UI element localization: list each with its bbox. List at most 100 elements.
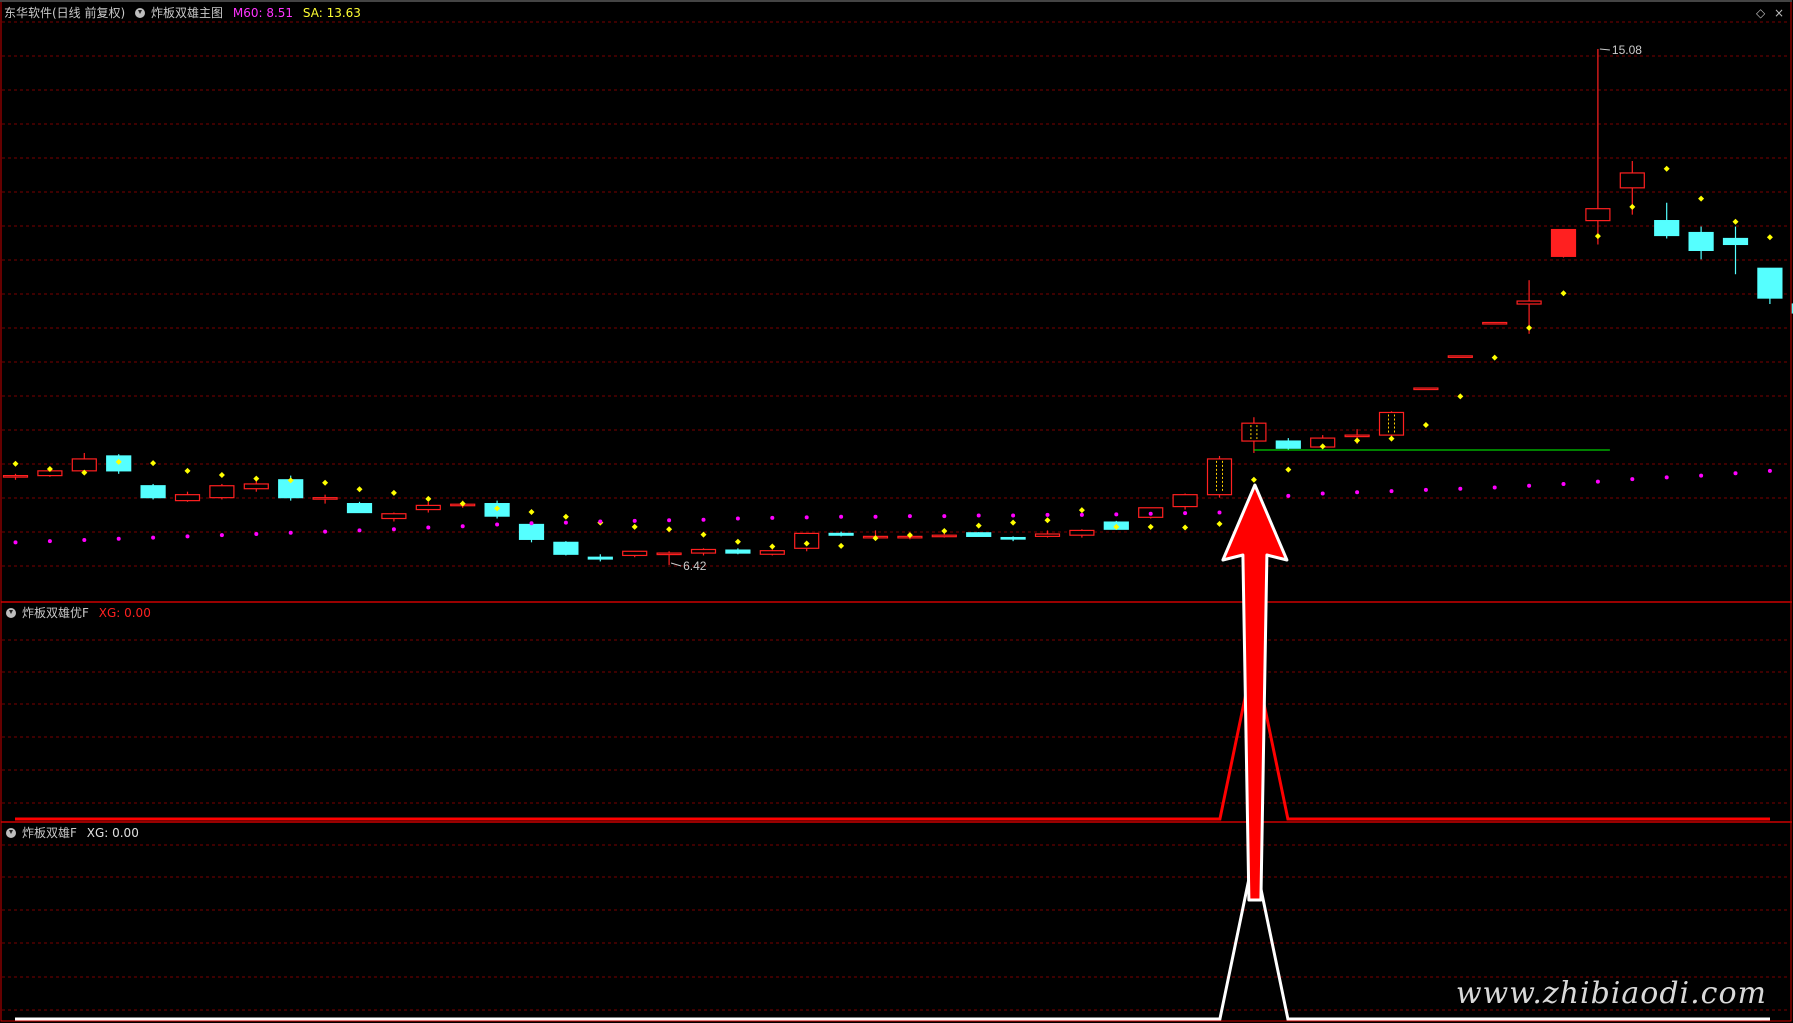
yellow-dot [769, 543, 776, 550]
yellow-dot [1147, 523, 1154, 530]
candle-body [622, 550, 648, 557]
candle-body [1275, 440, 1301, 449]
magenta-dot [13, 540, 18, 545]
candle-body [1482, 321, 1508, 325]
candle-body [518, 523, 545, 540]
low-price-label: 6.42 [683, 559, 707, 573]
yellow-dot [390, 489, 397, 496]
panel2-header: 炸板双雄优F XG: 0.00 [6, 605, 157, 621]
stock-chart[interactable]: 15.08 6.42 [0, 0, 1793, 1023]
app-title: 东华软件(日线 前复权) [4, 6, 126, 20]
yellow-dot [941, 528, 948, 535]
yellow-dot [322, 479, 329, 486]
candle-body [1241, 422, 1267, 442]
magenta-dot [873, 514, 878, 519]
yellow-dot [1732, 218, 1739, 225]
candle-body [2, 475, 29, 478]
yellow-dot [631, 523, 638, 530]
yellow-dot [1388, 435, 1395, 442]
yellow-dot [1044, 517, 1051, 524]
m60-value: M60: 8.51 [232, 6, 294, 20]
yellow-dot [1182, 524, 1189, 531]
candle-body [1688, 231, 1714, 252]
magenta-dot [391, 527, 396, 532]
candle-body [1206, 458, 1233, 496]
outer-frame [0, 0, 1792, 1022]
magenta-dot [1733, 471, 1738, 476]
yellow-dot [356, 486, 363, 493]
magenta-dot [1286, 493, 1291, 498]
candle-body [759, 550, 785, 555]
candle-body [1344, 434, 1370, 438]
diamond-icon[interactable]: ◇ [1756, 7, 1765, 19]
yellow-dot [1010, 519, 1017, 526]
candle-body [1000, 536, 1026, 540]
magenta-dot [1699, 473, 1704, 478]
magenta-dot [1595, 479, 1600, 484]
watermark: www.zhibiaodi.com [1455, 976, 1767, 1011]
magenta-dot [563, 520, 568, 525]
close-icon[interactable]: × [1774, 7, 1784, 19]
yellow-dot [1457, 393, 1464, 400]
magenta-dot [1458, 486, 1463, 491]
candle-body [174, 494, 201, 502]
magenta-dot [1011, 513, 1016, 518]
magenta-dot [1664, 475, 1669, 480]
magenta-dot [1423, 487, 1428, 492]
candle-body [587, 556, 613, 560]
panel3-menu-icon[interactable] [6, 828, 16, 838]
yellow-dot [12, 460, 19, 467]
magenta-dot [1355, 490, 1360, 495]
indicator-title[interactable]: 炸板双雄主图 [151, 6, 223, 20]
magenta-dot [426, 525, 431, 530]
magenta-dot [1767, 468, 1772, 473]
magenta-dot [735, 516, 740, 521]
main-panel-header: 东华软件(日线 前复权) 炸板双雄主图 M60: 8.51 SA: 13.63 [4, 5, 367, 21]
magenta-dot [770, 515, 775, 520]
yellow-dot [838, 542, 845, 549]
magenta-dot [942, 514, 947, 519]
candle-body [656, 552, 682, 556]
signal-lines [15, 654, 1770, 1021]
yellow-dot [975, 522, 982, 529]
panel2-menu-icon[interactable] [6, 608, 16, 618]
indicator-menu-icon[interactable] [135, 8, 146, 18]
candle-body [1378, 411, 1405, 436]
yellow-dot [1560, 290, 1567, 297]
candle-body [1550, 228, 1577, 257]
magenta-dot [804, 515, 809, 520]
yellow-dot [666, 526, 673, 533]
panel3-title[interactable]: 炸板双雄F [22, 826, 77, 840]
magenta-dot [151, 535, 156, 540]
magenta-dot [1114, 512, 1119, 517]
candle-body [1034, 533, 1061, 537]
magenta-dot [667, 518, 672, 523]
magenta-dot [1148, 511, 1153, 516]
sa-value: SA: 13.63 [302, 6, 361, 20]
magenta-dot [839, 514, 844, 519]
chart-annotations: 15.08 6.42 [670, 43, 1642, 573]
magenta-dot [495, 522, 500, 527]
yellow-dot [1491, 354, 1498, 361]
candle-body [1757, 267, 1783, 299]
panel2-title[interactable]: 炸板双雄优F [22, 606, 89, 620]
magenta-dot [323, 529, 328, 534]
candle-body [346, 503, 373, 514]
yellow-dot [184, 467, 191, 474]
yellow-dot [150, 460, 157, 467]
yellow-dot [528, 508, 535, 515]
candle-body [1447, 355, 1473, 358]
candle-body [1619, 172, 1645, 189]
yellow-dot [1354, 437, 1361, 444]
magenta-dot [288, 530, 293, 535]
yellow-dot [1663, 165, 1670, 172]
magenta-dot [1561, 481, 1566, 486]
magenta-dot [357, 528, 362, 533]
magenta-dot [598, 519, 603, 524]
magenta-dot [976, 513, 981, 518]
magenta-dot [1217, 510, 1222, 515]
yellow-dot [1594, 233, 1601, 240]
magenta-dot [1389, 489, 1394, 494]
magenta-dot [219, 533, 224, 538]
yellow-dot [1216, 520, 1223, 527]
